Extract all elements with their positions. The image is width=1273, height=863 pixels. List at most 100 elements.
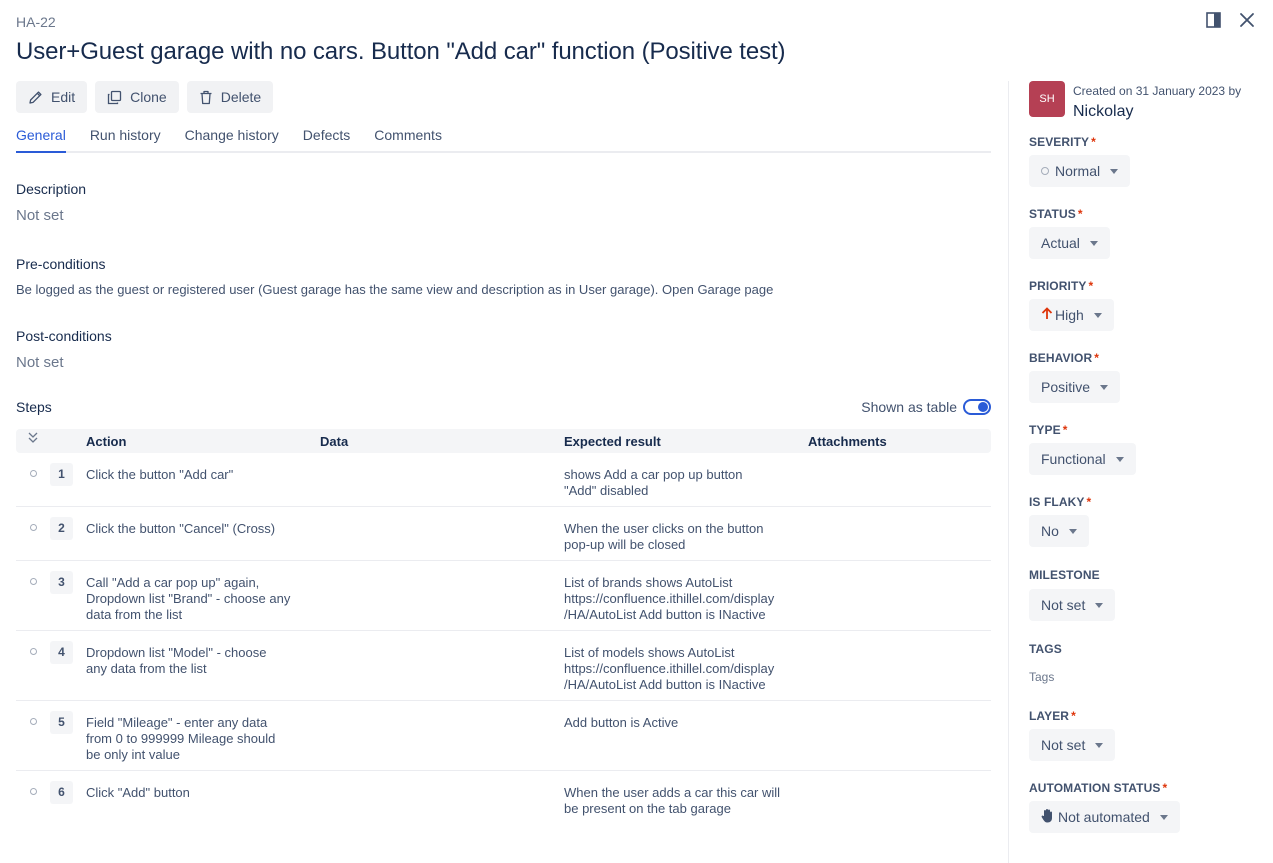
type-dropdown[interactable]: Functional [1029,443,1136,475]
is-flaky-label: IS FLAKY * [1029,495,1092,509]
type-label: TYPE * [1029,423,1068,437]
automation-status-value: Not automated [1058,809,1150,825]
table-view-toggle: Shown as table [861,399,991,415]
step-expected: When the user adds a car this car will b… [564,785,781,816]
behavior-value: Positive [1041,379,1091,395]
table-row[interactable]: 5 Field "Mileage" - enter any data from … [16,701,991,771]
clone-label: Clone [130,89,167,105]
step-number: 6 [50,781,73,804]
creator-name[interactable]: Nickolay [1073,103,1133,121]
step-number: 5 [50,711,73,734]
tab-run-history[interactable]: Run history [90,128,161,153]
table-toggle-switch[interactable] [963,399,991,415]
priority-label: PRIORITY * [1029,279,1094,293]
step-number: 1 [50,463,73,486]
caret-down-icon [1068,528,1077,534]
edit-label: Edit [51,89,76,105]
step-number: 4 [50,641,73,664]
table-row[interactable]: 2 Click the button "Cancel" (Cross) When… [16,507,991,561]
step-expected: When the user clicks on the button pop-u… [564,521,764,552]
copy-icon [107,90,122,105]
description-value: Not set [16,207,64,224]
split-view-icon[interactable] [1203,10,1223,30]
caret-down-icon [1110,168,1119,174]
edit-button[interactable]: Edit [16,81,88,113]
hand-icon [1041,808,1054,826]
table-row[interactable]: 4 Dropdown list "Model" - choose any dat… [16,631,991,701]
milestone-dropdown[interactable]: Not set [1029,589,1116,621]
step-action: Click the button "Add car" [86,467,234,482]
tab-bar: General Run history Change history Defec… [16,128,991,153]
layer-value: Not set [1041,737,1086,753]
behavior-dropdown[interactable]: Positive [1029,371,1121,403]
milestone-label: MILESTONE [1029,568,1100,582]
avatar[interactable]: SH [1029,81,1065,117]
delete-label: Delete [220,89,262,105]
tab-defects[interactable]: Defects [303,128,350,153]
step-action: Call "Add a car pop up" again, Dropdown … [86,575,291,622]
caret-down-icon [1159,814,1168,820]
severity-dropdown[interactable]: Normal [1029,155,1131,187]
tab-general[interactable]: General [16,128,66,153]
severity-value: Normal [1055,163,1101,179]
window-controls [1203,10,1257,30]
row-status-dot [30,788,37,795]
step-number: 2 [50,517,73,540]
case-id: HA-22 [16,14,56,30]
page-title: User+Guest garage with no cars. Button "… [16,38,786,65]
status-dropdown[interactable]: Actual [1029,227,1110,259]
type-value: Functional [1041,451,1106,467]
caret-down-icon [1089,240,1098,246]
behavior-label: BEHAVIOR * [1029,351,1100,365]
row-status-dot [30,524,37,531]
step-action: Click "Add" button [86,785,190,800]
tags-label: TAGS [1029,642,1062,656]
caret-down-icon [1095,742,1104,748]
layer-label: LAYER * [1029,709,1076,723]
caret-down-icon [1095,602,1104,608]
delete-button[interactable]: Delete [186,81,274,113]
is-flaky-value: No [1041,523,1059,539]
status-label: STATUS * [1029,207,1083,221]
step-expected: List of brands shows AutoList https://co… [564,575,775,622]
step-action: Field "Mileage" - enter any data from 0 … [86,715,276,762]
pencil-icon [28,90,43,105]
caret-down-icon [1093,312,1102,318]
layer-dropdown[interactable]: Not set [1029,729,1116,761]
automation-status-label: AUTOMATION STATUS * [1029,781,1168,795]
row-status-dot [30,648,37,655]
row-status-dot [30,718,37,725]
is-flaky-dropdown[interactable]: No [1029,515,1089,547]
caret-down-icon [1115,456,1124,462]
close-icon[interactable] [1237,10,1257,30]
milestone-value: Not set [1041,597,1086,613]
steps-table: Action Data Expected result Attachments … [16,429,991,825]
severity-label: SEVERITY * [1029,135,1096,149]
col-action: Action [86,434,127,449]
table-row[interactable]: 6 Click "Add" button When the user adds … [16,771,991,825]
col-attachments: Attachments [808,434,887,449]
steps-label: Steps [16,399,52,415]
clone-button[interactable]: Clone [95,81,179,113]
col-data: Data [320,434,349,449]
caret-down-icon [1100,384,1109,390]
created-text: Created on 31 January 2023 by [1073,84,1242,98]
table-row[interactable]: 1 Click the button "Add car" shows Add a… [16,453,991,507]
main-panel: Edit Clone Delete General Run history Ch… [16,81,991,816]
arrow-up-icon [1041,307,1053,323]
step-action: Click the button "Cancel" (Cross) [86,521,276,536]
tags-input[interactable]: Tags [1029,670,1054,684]
table-header: Action Data Expected result Attachments [16,429,991,453]
postconditions-value: Not set [16,354,64,371]
step-expected: List of models shows AutoList https://co… [564,645,775,692]
status-value: Actual [1041,235,1080,251]
tab-change-history[interactable]: Change history [185,128,279,153]
automation-status-dropdown[interactable]: Not automated [1029,801,1180,833]
properties-sidebar: SH Created on 31 January 2023 by Nickola… [1008,81,1273,863]
priority-dropdown[interactable]: High [1029,299,1114,331]
collapse-all-icon[interactable] [27,431,39,448]
tab-comments[interactable]: Comments [374,128,442,153]
step-action: Dropdown list "Model" - choose any data … [86,645,267,676]
table-row[interactable]: 3 Call "Add a car pop up" again, Dropdow… [16,561,991,631]
row-status-dot [30,578,37,585]
